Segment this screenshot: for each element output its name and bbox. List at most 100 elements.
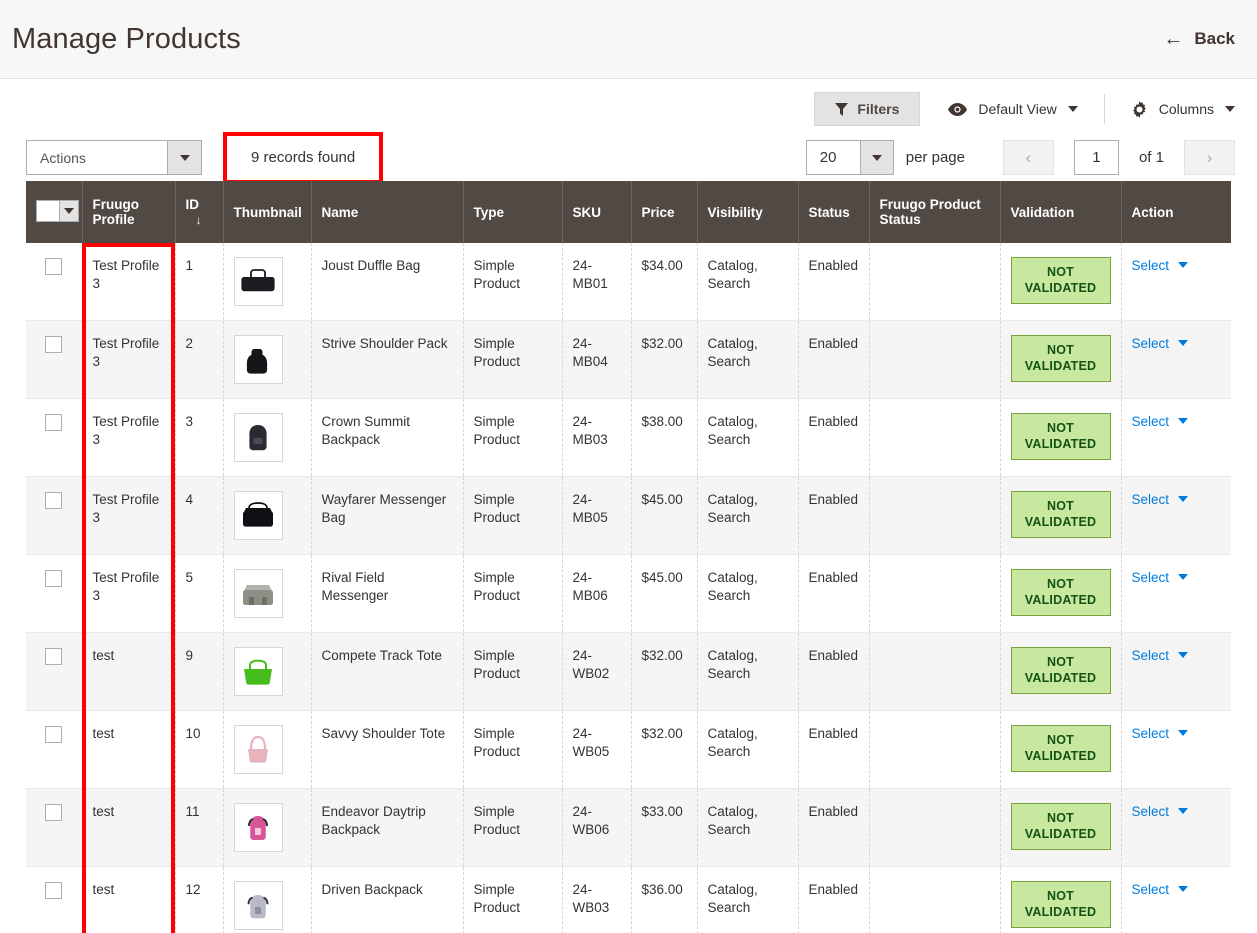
table-row: Test Profile 3 1 Joust Duffle Bag Simple Pro… [26,243,1231,321]
arrow-left-icon: ← [1163,28,1184,50]
row-checkbox[interactable] [45,258,63,275]
status-badge: NOT VALIDATED [1010,335,1111,383]
row-action-select[interactable]: Select [1132,257,1189,275]
cell-validation: NOT VALIDATED [1000,710,1122,789]
row-select-cell[interactable] [26,320,83,399]
row-action-select[interactable]: Select [1132,491,1189,509]
actions-dropdown-label: Actions [40,149,86,166]
columns-selector[interactable]: Columns [1131,100,1235,118]
chevron-down-icon [1178,262,1189,268]
cell-validation: NOT VALIDATED [1000,866,1122,933]
cell-action: Select [1121,476,1231,555]
per-page-dropdown[interactable]: 20 [805,140,894,175]
row-checkbox[interactable] [45,804,63,821]
chevron-down-icon [1178,652,1189,658]
cell-sku: 24-WB03 [562,866,632,933]
column-header-id-label: ID [185,197,200,212]
cell-thumbnail [223,632,312,711]
cell-fruugo-product-status [869,398,1001,477]
row-checkbox[interactable] [45,336,63,353]
row-select-cell[interactable] [26,398,83,477]
cell-profile: test [82,710,176,789]
row-checkbox[interactable] [45,570,63,587]
actions-dropdown[interactable]: Actions [26,140,202,175]
status-badge: NOT VALIDATED [1010,413,1111,461]
row-select-cell[interactable] [26,632,83,711]
cell-visibility: Catalog, Search [697,320,799,399]
row-action-select[interactable]: Select [1132,335,1189,353]
table-row: test 9 Compete Track Tote Simple Product 24-W… [26,632,1231,711]
cell-profile: Test Profile 3 [82,243,176,321]
products-grid-container: Fruugo Profile ID↓ Thumbnail Name Type S… [0,181,1257,933]
row-select-cell[interactable] [26,710,83,789]
row-checkbox[interactable] [45,492,63,509]
cell-profile: test [82,788,176,867]
column-header-type[interactable]: Type [463,181,563,243]
sort-desc-icon: ↓ [195,213,202,227]
column-header-sku[interactable]: SKU [562,181,632,243]
select-all-checkbox[interactable] [36,200,79,222]
row-action-select[interactable]: Select [1132,725,1189,743]
cell-action: Select [1121,632,1231,711]
cell-price: $32.00 [631,320,698,399]
cell-type: Simple Product [463,320,563,399]
page-title: Manage Products [12,22,241,55]
row-select-cell[interactable] [26,476,83,555]
product-thumbnail-field-messenger [233,569,283,618]
select-all-header[interactable] [26,181,83,243]
row-action-select[interactable]: Select [1132,803,1189,821]
table-row: test 10 Savvy Shoulder Tote Simple Product 24… [26,710,1231,789]
row-select-cell[interactable] [26,554,83,633]
actions-dropdown-arrow [167,141,201,174]
cell-id: 4 [175,476,224,555]
cell-visibility: Catalog, Search [697,632,799,711]
column-header-name[interactable]: Name [311,181,464,243]
column-header-profile[interactable]: Fruugo Profile [82,181,176,243]
product-thumbnail-shoulder-pack [233,335,283,384]
row-action-select[interactable]: Select [1132,881,1189,899]
row-checkbox[interactable] [45,414,63,431]
cell-id: 11 [175,788,224,867]
column-header-price[interactable]: Price [631,181,698,243]
previous-page-button[interactable]: ‹ [1002,140,1054,175]
column-header-validation[interactable]: Validation [1000,181,1122,243]
row-action-select[interactable]: Select [1132,647,1189,665]
page-number-input[interactable]: 1 [1073,140,1119,175]
cell-validation: NOT VALIDATED [1000,243,1122,321]
select-all-box[interactable] [37,201,59,221]
cell-type: Simple Product [463,243,563,321]
row-select-cell[interactable] [26,788,83,867]
filters-button[interactable]: Filters [814,92,921,126]
default-view-selector[interactable]: Default View [948,94,1105,124]
cell-sku: 24-WB02 [562,632,632,711]
row-checkbox[interactable] [45,726,63,743]
cell-visibility: Catalog, Search [697,710,799,789]
chevron-down-icon [1225,106,1235,112]
column-header-thumbnail[interactable]: Thumbnail [223,181,312,243]
select-all-dropdown[interactable] [59,201,78,221]
column-header-visibility[interactable]: Visibility [697,181,799,243]
next-page-button[interactable]: › [1184,140,1235,175]
cell-action: Select [1121,788,1231,867]
per-page-value: 20 [819,149,837,166]
cell-profile: test [82,866,176,933]
cell-thumbnail [223,788,312,867]
back-button[interactable]: ← Back [1163,29,1235,49]
row-checkbox[interactable] [45,648,63,665]
cell-name: Crown Summit Backpack [311,398,464,477]
cell-status: Enabled [798,243,870,321]
column-header-status[interactable]: Status [798,181,870,243]
column-header-fruugo-product-status[interactable]: Fruugo Product Status [869,181,1001,243]
column-header-id[interactable]: ID↓ [175,181,224,243]
row-checkbox[interactable] [45,882,63,899]
row-action-select[interactable]: Select [1132,569,1189,587]
row-select-cell[interactable] [26,243,83,321]
grid-body: Test Profile 3 1 Joust Duffle Bag Simple Pro… [26,243,1231,933]
row-action-select[interactable]: Select [1132,413,1189,431]
page-header: Manage Products ← Back [0,0,1257,79]
cell-status: Enabled [798,866,870,933]
row-select-cell[interactable] [26,866,83,933]
cell-status: Enabled [798,554,870,633]
cell-thumbnail [223,320,312,399]
product-thumbnail-daytrip-backpack [233,803,283,852]
